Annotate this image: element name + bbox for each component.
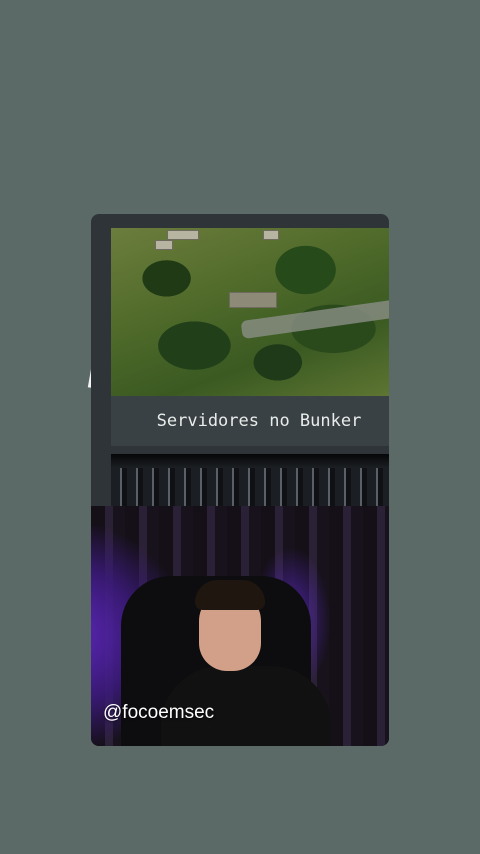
building-shape [167,230,199,240]
video-card[interactable]: Servidores no Bunker @focoemsec [91,214,389,746]
bunker-building [229,292,277,308]
building-shape [155,240,173,250]
building-shape [263,230,279,240]
slide-caption: Servidores no Bunker [111,396,389,446]
webcam-feed: @focoemsec [91,506,389,746]
ceiling-shape [111,454,389,468]
aerial-photo [111,228,389,396]
presenter-hair [195,580,265,610]
server-racks-photo [111,454,389,506]
channel-handle: @focoemsec [103,702,215,723]
